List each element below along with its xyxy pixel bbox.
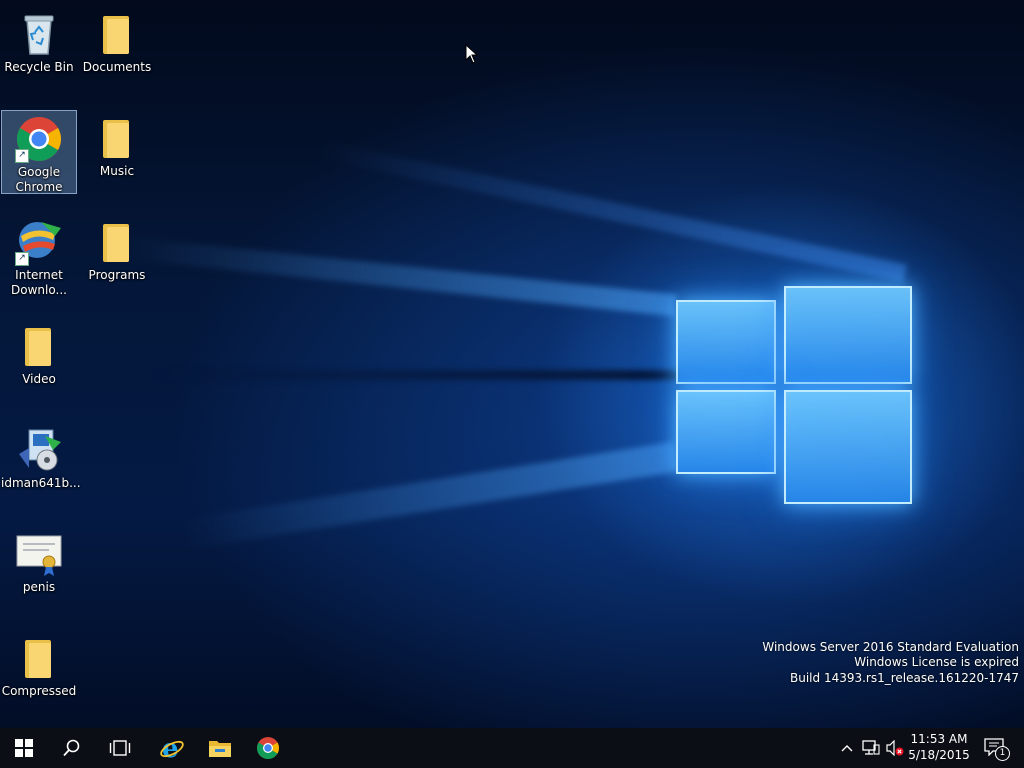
taskbar-clock[interactable]: 11:53 AM 5/18/2015: [904, 731, 974, 763]
chevron-up-icon: [841, 745, 853, 752]
desktop-icon-certificate[interactable]: penis: [1, 526, 77, 608]
desktop-icon-label: Video: [22, 372, 56, 386]
chrome-icon: [257, 737, 279, 759]
desktop-icon-label: Compressed: [1, 684, 77, 698]
desktop-icon-label: idman641b...: [1, 476, 81, 490]
desktop-icon-recycle-bin[interactable]: Recycle Bin: [1, 6, 77, 88]
windows-start-icon: [15, 739, 33, 757]
desktop-icon-label: Internet Downlo...: [11, 268, 67, 297]
installer-icon: [15, 426, 63, 474]
show-hidden-icons-button[interactable]: [836, 728, 858, 768]
desktop-icon-video[interactable]: Video: [1, 318, 77, 400]
folder-icon: [93, 10, 141, 58]
clock-date: 5/18/2015: [908, 748, 970, 762]
file-explorer-icon: [209, 741, 231, 757]
desktop-icon-music[interactable]: Music: [79, 110, 155, 192]
desktop-icon-label: Music: [99, 164, 135, 178]
watermark-edition: Windows Server 2016 Standard Evaluation: [762, 639, 1019, 654]
search-icon: [63, 739, 80, 757]
desktop-icon-label: penis: [22, 580, 56, 594]
desktop-icon-compressed[interactable]: Compressed: [1, 630, 77, 712]
desktop-icon-programs[interactable]: Programs: [79, 214, 155, 296]
action-center-icon: 1: [984, 738, 1010, 761]
internet-download-manager-icon: ↗: [15, 218, 63, 266]
taskbar-internet-explorer[interactable]: e: [148, 728, 196, 768]
volume-tray-button[interactable]: [884, 728, 906, 768]
desktop-icon-internet-download-manager[interactable]: ↗ Internet Downlo...: [1, 214, 77, 298]
taskbar: e 11:53 AM 5/18/2015 1: [0, 728, 1024, 768]
desktop-icon-google-chrome[interactable]: ↗ Google Chrome: [1, 110, 77, 194]
taskbar-google-chrome[interactable]: [244, 728, 292, 768]
watermark-build: Build 14393.rs1_release.161220-1747: [790, 670, 1019, 685]
folder-icon: [15, 322, 63, 370]
search-button[interactable]: [48, 728, 96, 768]
desktop-icon-documents[interactable]: Documents: [79, 6, 155, 88]
shortcut-arrow-icon: ↗: [15, 252, 29, 266]
shortcut-arrow-icon: ↗: [15, 149, 29, 163]
task-view-button[interactable]: [96, 728, 144, 768]
network-tray-button[interactable]: [860, 728, 882, 768]
chrome-icon: ↗: [15, 115, 63, 163]
light-beam: [180, 441, 679, 550]
action-center-button[interactable]: 1: [978, 728, 1012, 768]
windows-watermark: Windows Server 2016 Standard Evaluation …: [762, 640, 1019, 687]
folder-icon: [15, 634, 63, 682]
taskbar-file-explorer[interactable]: [196, 728, 244, 768]
desktop-icon-idman-installer[interactable]: idman641b...: [1, 422, 81, 504]
watermark-license: Windows License is expired: [854, 655, 1019, 669]
light-beam: [117, 236, 677, 317]
light-beam: [150, 370, 680, 380]
start-button[interactable]: [0, 728, 48, 768]
task-view-icon: [109, 740, 131, 756]
internet-explorer-icon: e: [160, 735, 184, 761]
volume-muted-icon: [886, 740, 904, 756]
desktop-icon-label: Documents: [82, 60, 152, 74]
notification-count-badge: 1: [995, 746, 1010, 761]
folder-icon: [93, 114, 141, 162]
network-icon: [862, 740, 880, 755]
desktop-icon-label: Google Chrome: [15, 165, 63, 194]
desktop-icon-label: Programs: [88, 268, 146, 282]
clock-time: 11:53 AM: [910, 732, 968, 746]
desktop-icon-label: Recycle Bin: [4, 60, 74, 74]
certificate-icon: [15, 530, 63, 578]
recycle-bin-icon: [15, 10, 63, 58]
mouse-cursor-icon: [465, 44, 479, 64]
folder-icon: [93, 218, 141, 266]
windows-logo-wallpaper: [660, 260, 930, 520]
desktop-background[interactable]: Recycle Bin Documents ↗ Google Chrome Mu…: [0, 0, 1024, 728]
